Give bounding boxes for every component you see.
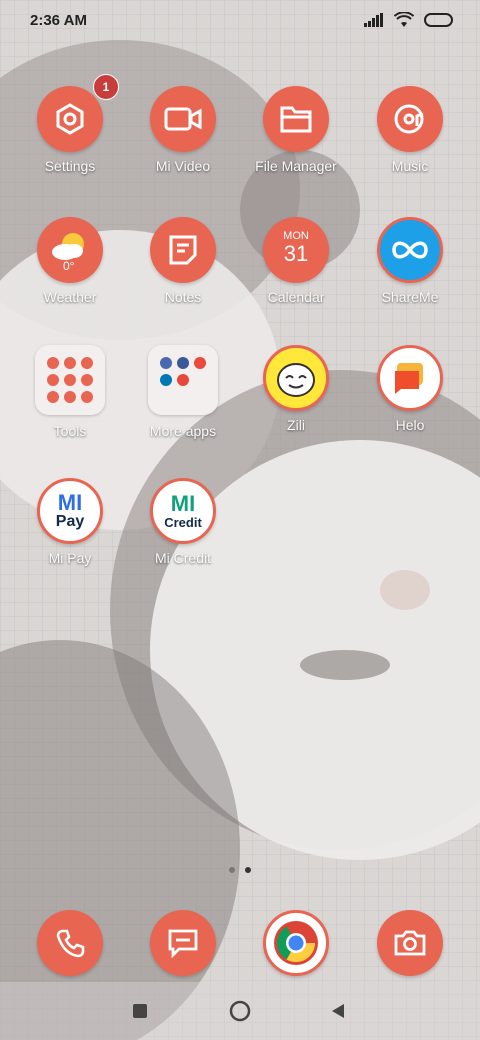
message-bubble-icon xyxy=(150,910,216,976)
shareme-icon xyxy=(377,217,443,283)
app-label: Helo xyxy=(395,417,425,433)
weather-sun-cloud-icon: 0° xyxy=(37,217,103,283)
recents-button[interactable] xyxy=(127,998,153,1024)
app-settings[interactable]: 1 Settings xyxy=(15,74,125,196)
folder-icon xyxy=(263,86,329,152)
navigation-bar xyxy=(0,982,480,1040)
folder-more-apps[interactable]: More apps xyxy=(128,345,238,455)
app-shareme[interactable]: ShareMe xyxy=(355,217,465,327)
page-dot-2-active[interactable] xyxy=(245,867,251,873)
app-label: Settings xyxy=(44,158,96,174)
app-mi-pay[interactable]: MI Pay Mi Pay xyxy=(15,478,125,588)
chrome-icon xyxy=(263,910,329,976)
camera-icon xyxy=(377,910,443,976)
app-mi-credit[interactable]: MI Credit Mi Credit xyxy=(128,478,238,588)
mi-credit-logo-bottom: Credit xyxy=(164,514,202,530)
back-button[interactable] xyxy=(325,998,351,1024)
mi-credit-icon: MI Credit xyxy=(150,478,216,544)
calendar-date: 31 xyxy=(283,241,309,266)
app-label: Mi Pay xyxy=(48,550,92,566)
app-label: Mi Credit xyxy=(154,550,211,566)
folder-icon xyxy=(148,345,218,415)
app-label: Zili xyxy=(287,417,305,433)
phone-icon xyxy=(37,910,103,976)
app-label: File Manager xyxy=(255,158,337,174)
mi-pay-logo-bottom: Pay xyxy=(55,513,85,530)
settings-icon xyxy=(37,86,103,152)
app-label: Mi Video xyxy=(155,158,211,174)
app-notes[interactable]: Notes xyxy=(128,217,238,327)
notes-icon xyxy=(150,217,216,283)
app-label: ShareMe xyxy=(381,289,439,305)
app-label: Weather xyxy=(43,289,97,305)
app-music[interactable]: Music xyxy=(355,86,465,196)
music-disc-icon xyxy=(377,86,443,152)
video-camera-icon xyxy=(150,86,216,152)
status-bar: 2:36 AM xyxy=(0,0,480,44)
mi-pay-icon: MI Pay xyxy=(37,478,103,544)
weather-temperature: 0° xyxy=(63,259,75,273)
home-button[interactable] xyxy=(227,998,253,1024)
helo-icon xyxy=(377,345,443,411)
app-weather[interactable]: 0° Weather xyxy=(15,217,125,327)
zili-face-icon xyxy=(263,345,329,411)
calendar-icon: MON 31 xyxy=(263,217,329,283)
signal-icon xyxy=(364,13,384,32)
app-label: Notes xyxy=(164,289,202,305)
folder-icon xyxy=(35,345,105,415)
app-label: Tools xyxy=(53,423,87,439)
app-label: Calendar xyxy=(267,289,325,305)
wifi-icon xyxy=(393,11,415,33)
app-file-manager[interactable]: File Manager xyxy=(241,86,351,196)
page-dot-1[interactable] xyxy=(229,867,235,873)
status-time: 2:36 AM xyxy=(30,12,87,29)
mi-pay-logo-top: MI xyxy=(57,490,83,515)
app-calendar[interactable]: MON 31 Calendar xyxy=(241,217,351,327)
notification-badge: 1 xyxy=(93,74,119,100)
app-zili[interactable]: Zili xyxy=(241,345,351,455)
app-helo[interactable]: Helo xyxy=(355,345,465,455)
battery-icon xyxy=(424,13,454,32)
app-label: More apps xyxy=(149,423,217,439)
app-mi-video[interactable]: Mi Video xyxy=(128,86,238,196)
app-label: Music xyxy=(391,158,429,174)
mi-credit-logo-top: MI xyxy=(170,490,196,516)
folder-tools[interactable]: Tools xyxy=(15,345,125,455)
